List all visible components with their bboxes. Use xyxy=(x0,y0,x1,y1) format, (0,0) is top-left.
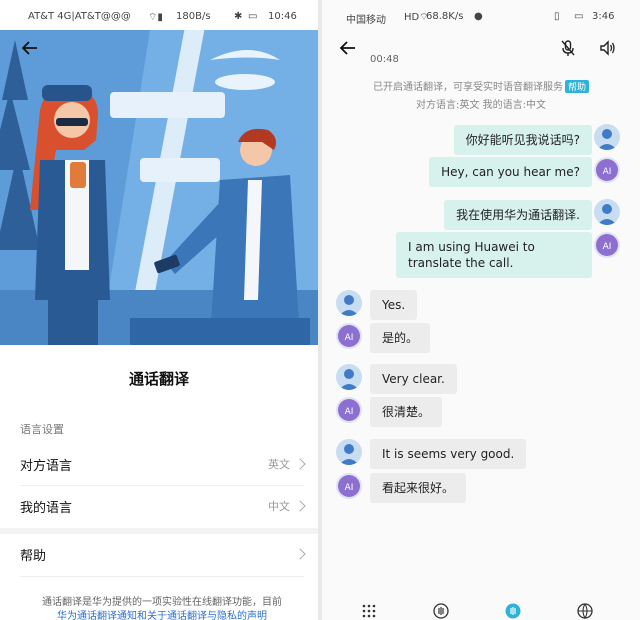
back-button[interactable] xyxy=(334,34,362,62)
message-bubble: I am using Huawei to translate the call. xyxy=(396,232,592,278)
arrow-left-icon xyxy=(21,41,37,55)
footnote-line: 通话翻译是华为提供的一项实验性在线翻译功能，目前 xyxy=(42,597,282,608)
right-phone-screen: 中国移动 HD⌔ 68.8K/s ● ▯ ▭ 3:46 00:48 已开启通话翻… xyxy=(322,0,640,620)
message-bubble: 是的。 xyxy=(370,323,431,353)
user-icon xyxy=(597,204,617,225)
privacy-link[interactable]: 华为通话翻译通知和关于通话翻译与隐私的声明 xyxy=(20,610,304,620)
page-title: 通话翻译 xyxy=(128,370,189,388)
battery-icon: ▭ xyxy=(574,11,584,22)
ai-label: AI xyxy=(345,407,354,417)
user-icon xyxy=(339,444,359,465)
ai-icon: AI xyxy=(338,399,360,421)
left-phone-screen: AT&T 4G|AT&T@@@ ⌔▮ 180B/s ✱ ▭ 10:46 通话翻译… xyxy=(0,0,318,620)
row-value: 英文 xyxy=(268,458,290,471)
back-button[interactable] xyxy=(16,34,44,62)
help-badge[interactable]: 帮助 xyxy=(564,80,589,93)
chevron-right-icon xyxy=(294,548,306,560)
ai-icon: AI xyxy=(338,325,360,347)
row-label: 我的语言 xyxy=(20,500,73,516)
ai-avatar: AI xyxy=(336,473,362,499)
speaker-button[interactable] xyxy=(596,36,620,60)
user-icon xyxy=(339,295,359,316)
message-bubble: It is seems very good. xyxy=(370,439,527,469)
illustration-svg xyxy=(0,0,318,345)
signal-icon: HD⌔ xyxy=(404,12,429,23)
ai-label: AI xyxy=(603,167,612,177)
divider xyxy=(20,576,304,577)
dialpad-button[interactable] xyxy=(360,602,378,620)
signal-icon: ⌔▮ xyxy=(148,12,163,23)
message-icon: ● xyxy=(474,11,483,22)
translate-active-icon xyxy=(505,603,521,619)
bluetooth-icon: ✱ xyxy=(234,11,243,22)
ai-icon: AI xyxy=(596,234,618,256)
user-icon xyxy=(597,129,617,150)
speaker-icon xyxy=(600,40,615,56)
dialpad-icon xyxy=(362,604,376,618)
ai-avatar: AI xyxy=(594,157,620,183)
status-bar: 中国移动 HD⌔ 68.8K/s ● ▯ ▭ 3:46 xyxy=(322,0,640,30)
language-info: 对方语言:英文 我的语言:中文 xyxy=(416,100,546,111)
ai-icon: AI xyxy=(596,159,618,181)
battery-icon: ▭ xyxy=(248,11,258,22)
carrier-text: AT&T 4G|AT&T@@@ xyxy=(28,11,131,22)
row-value: 中文 xyxy=(268,500,290,513)
notice-text: 已开启通话翻译，可享受实时语音翻译服务 xyxy=(372,82,563,93)
hero-illustration xyxy=(0,0,318,345)
user-icon xyxy=(339,369,359,390)
row-label: 对方语言 xyxy=(20,458,73,474)
avatar xyxy=(336,290,362,316)
row-help[interactable]: 帮助 xyxy=(20,534,306,574)
voice-icon xyxy=(433,603,449,619)
ai-avatar: AI xyxy=(336,323,362,349)
ai-label: AI xyxy=(345,333,354,343)
chevron-right-icon xyxy=(294,458,306,470)
row-my-language[interactable]: 我的语言 中文 xyxy=(20,486,306,526)
chevron-right-icon xyxy=(294,500,306,512)
message-bubble: 你好能听见我说话吗? xyxy=(453,125,592,155)
message-bubble: Yes. xyxy=(370,290,418,320)
ai-label: AI xyxy=(603,242,612,252)
call-timer: 00:48 xyxy=(370,54,399,65)
mute-button[interactable] xyxy=(556,36,580,60)
arrow-left-icon xyxy=(339,41,355,55)
net-speed-text: 68.8K/s xyxy=(426,11,464,22)
message-bubble: 很清楚。 xyxy=(370,397,443,427)
avatar xyxy=(594,199,620,225)
row-label: 帮助 xyxy=(20,548,47,564)
status-bar: AT&T 4G|AT&T@@@ ⌔▮ 180B/s ✱ ▭ 10:46 xyxy=(0,0,318,30)
ai-label: AI xyxy=(345,483,354,493)
avatar xyxy=(594,124,620,150)
avatar xyxy=(336,364,362,390)
ai-icon: AI xyxy=(338,475,360,497)
row-other-language[interactable]: 对方语言 英文 xyxy=(20,444,306,484)
ai-avatar: AI xyxy=(594,232,620,258)
voice-button[interactable] xyxy=(432,602,450,620)
carrier-text: 中国移动 xyxy=(346,15,386,26)
clock-text: 3:46 xyxy=(592,11,615,22)
globe-icon xyxy=(577,603,593,619)
language-button[interactable] xyxy=(576,602,594,620)
message-bubble: Very clear. xyxy=(370,364,457,394)
section-label-language: 语言设置 xyxy=(20,423,64,436)
message-bubble: 看起来很好。 xyxy=(370,473,467,503)
net-speed-text: 180B/s xyxy=(176,11,211,22)
vibrate-icon: ▯ xyxy=(554,11,560,22)
ai-avatar: AI xyxy=(336,397,362,423)
translation-notice: 已开启通话翻译，可享受实时语音翻译服务 帮助 xyxy=(322,78,640,93)
avatar xyxy=(336,439,362,465)
translate-button[interactable] xyxy=(504,602,522,620)
clock-text: 10:46 xyxy=(268,11,297,22)
mic-off-icon xyxy=(561,40,575,56)
message-bubble: Hey, can you hear me? xyxy=(429,157,592,187)
footnote: 通话翻译是华为提供的一项实验性在线翻译功能，目前 华为通话翻译通知和关于通话翻译… xyxy=(20,596,304,620)
message-bubble: 我在使用华为通话翻译. xyxy=(444,200,592,230)
bottom-action-bar xyxy=(322,600,640,620)
